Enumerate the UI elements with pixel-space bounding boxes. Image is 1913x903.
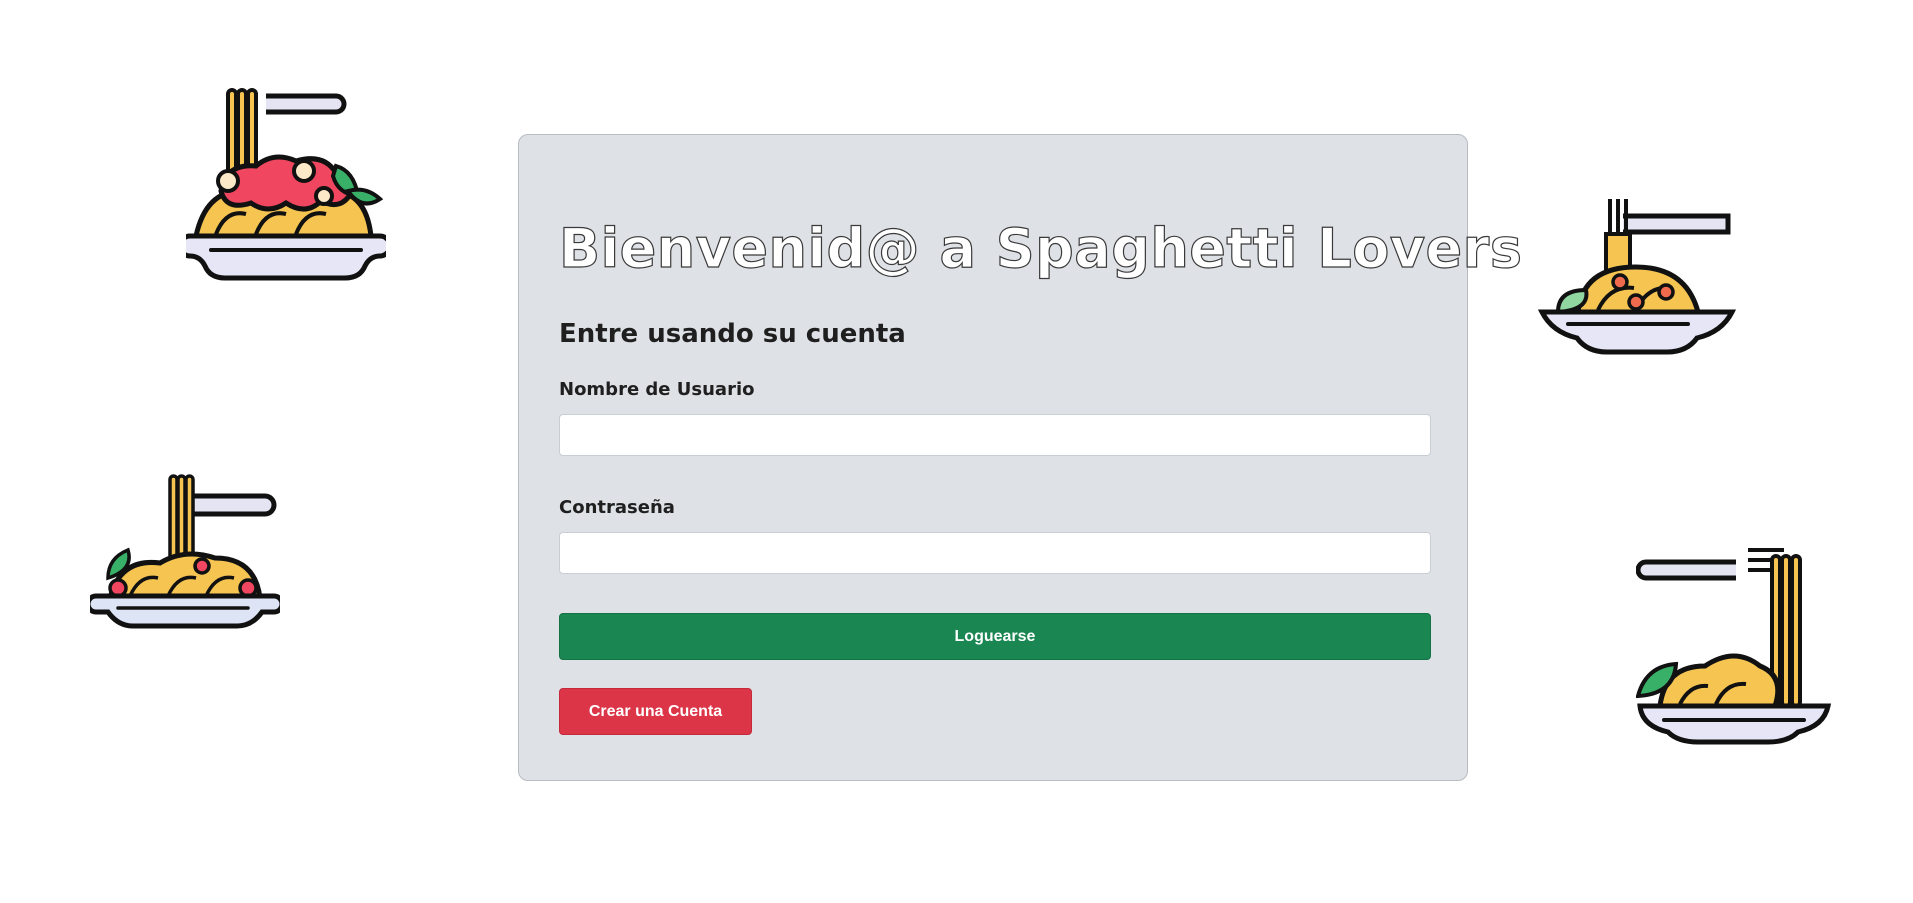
spaghetti-plate-small-icon <box>90 468 280 638</box>
spaghetti-plate-fork-side-icon <box>1636 546 1836 746</box>
create-account-button[interactable]: Crear una Cuenta <box>559 688 752 735</box>
spaghetti-plate-fork-icon <box>1538 194 1738 364</box>
login-page: Bienvenid@ a Spaghetti Lovers Entre usan… <box>0 0 1913 903</box>
spaghetti-bowl-with-sauce-icon <box>186 86 386 286</box>
form-subtitle: Entre usando su cuenta <box>559 319 906 349</box>
page-title: Bienvenid@ a Spaghetti Lovers <box>558 216 1523 280</box>
login-card: Bienvenid@ a Spaghetti Lovers Entre usan… <box>518 134 1523 781</box>
password-label: Contraseña <box>559 497 675 518</box>
password-field[interactable] <box>559 532 1431 574</box>
username-label: Nombre de Usuario <box>559 379 755 400</box>
login-button[interactable]: Loguearse <box>559 613 1431 660</box>
username-field[interactable] <box>559 414 1431 456</box>
